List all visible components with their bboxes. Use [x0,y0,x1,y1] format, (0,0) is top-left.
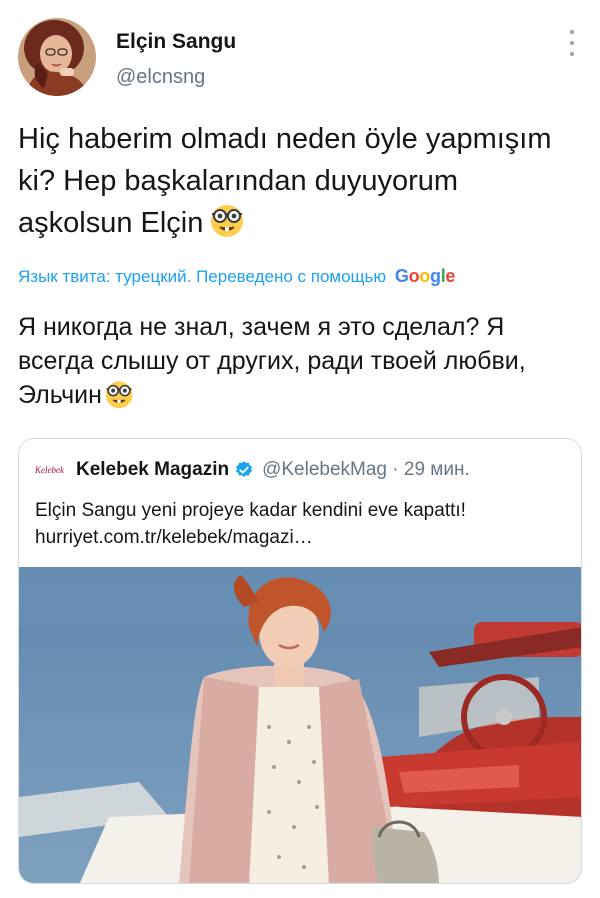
translation-label: Язык твита: турецкий. Переведено с помощ… [18,267,387,286]
author-avatar[interactable] [18,18,96,96]
tweet-text: Hiç haberim olmadı neden öyle yapmışım k… [18,118,578,244]
quoted-tweet-header: Kelebek Kelebek Magazin @KelebekMag · 29… [35,457,470,483]
tweet-header: Elçin Sangu @elcnsng [0,0,600,110]
tweet-text-content: Hiç haberim olmadı neden öyle yapmışım k… [18,123,552,239]
kelebek-logo: Kelebek [35,465,64,475]
translation-attribution[interactable]: Язык твита: турецкий. Переведено с помощ… [18,266,455,287]
quoted-handle-and-time: @KelebekMag · 29 мин. [262,459,470,480]
author-handle[interactable]: @elcnsng [116,66,205,89]
verified-badge-icon [236,461,253,477]
nerd-face-emoji-icon [105,381,133,409]
avatar-image [18,18,96,96]
quoted-author-name[interactable]: Kelebek Magazin [76,459,229,481]
translated-text: Я никогда не знал, зачем я это сделал? Я… [18,310,578,412]
nerd-face-emoji-icon [211,205,244,237]
author-display-name[interactable]: Elçin Sangu [116,30,236,54]
quoted-tweet-text: Elçin Sangu yeni projeye kadar kendini e… [35,500,466,548]
translated-text-content: Я никогда не знал, зачем я это сделал? Я… [18,313,526,409]
quoted-tweet-card[interactable]: Kelebek Kelebek Magazin @KelebekMag · 29… [18,438,582,884]
woman-convertible-photo [19,567,581,883]
google-logo: Google [394,266,456,286]
more-options-icon[interactable] [564,30,580,56]
quoted-tweet-image[interactable] [19,567,581,883]
